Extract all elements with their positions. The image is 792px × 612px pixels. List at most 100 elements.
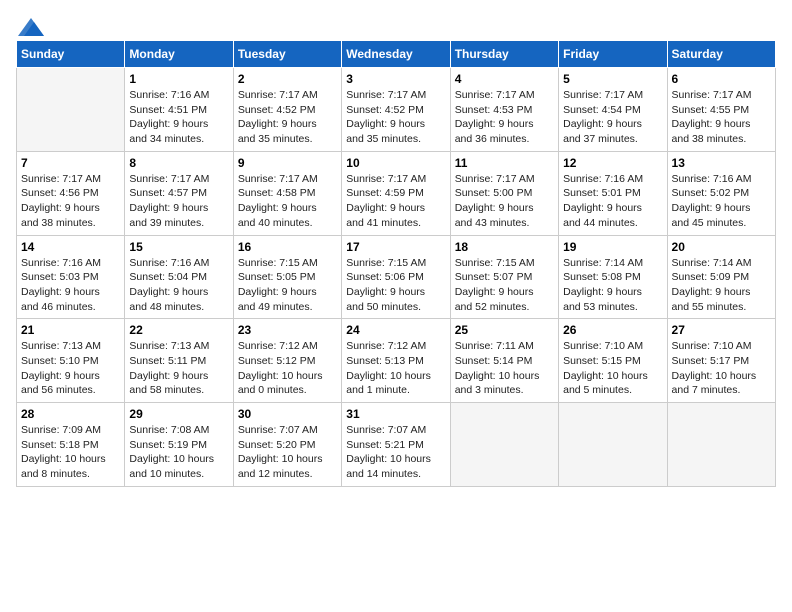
cell-detail: Sunrise: 7:14 AM Sunset: 5:09 PM Dayligh… <box>672 256 771 315</box>
day-number: 9 <box>238 156 337 170</box>
weekday-header-monday: Monday <box>125 41 233 68</box>
calendar-cell: 29 Sunrise: 7:08 AM Sunset: 5:19 PM Dayli… <box>125 403 233 487</box>
cell-detail: Sunrise: 7:17 AM Sunset: 4:56 PM Dayligh… <box>21 172 120 231</box>
cell-detail: Sunrise: 7:15 AM Sunset: 5:06 PM Dayligh… <box>346 256 445 315</box>
day-number: 4 <box>455 72 554 86</box>
calendar-cell: 22 Sunrise: 7:13 AM Sunset: 5:11 PM Dayli… <box>125 319 233 403</box>
calendar-cell: 16Sunrise: 7:15 AM Sunset: 5:05 PM Dayli… <box>233 235 341 319</box>
calendar-cell: 13Sunrise: 7:16 AM Sunset: 5:02 PM Dayli… <box>667 151 775 235</box>
day-number: 21 <box>21 323 120 337</box>
calendar-cell: 18 Sunrise: 7:15 AM Sunset: 5:07 PM Dayli… <box>450 235 558 319</box>
cell-detail: Sunrise: 7:16 AM Sunset: 5:04 PM Dayligh… <box>129 256 228 315</box>
day-number: 28 <box>21 407 120 421</box>
calendar-cell: 1 Sunrise: 7:16 AM Sunset: 4:51 PM Daylig… <box>125 68 233 152</box>
cell-detail: Sunrise: 7:14 AM Sunset: 5:08 PM Dayligh… <box>563 256 662 315</box>
day-number: 14 <box>21 240 120 254</box>
cell-detail: Sunrise: 7:17 AM Sunset: 4:58 PM Dayligh… <box>238 172 337 231</box>
page-header <box>16 16 776 32</box>
calendar-cell: 25 Sunrise: 7:11 AM Sunset: 5:14 PM Dayli… <box>450 319 558 403</box>
day-number: 22 <box>129 323 228 337</box>
weekday-header-friday: Friday <box>559 41 667 68</box>
cell-detail: Sunrise: 7:09 AM Sunset: 5:18 PM Dayligh… <box>21 423 120 482</box>
cell-detail: Sunrise: 7:12 AM Sunset: 5:13 PM Dayligh… <box>346 339 445 398</box>
cell-detail: Sunrise: 7:16 AM Sunset: 5:03 PM Dayligh… <box>21 256 120 315</box>
cell-detail: Sunrise: 7:07 AM Sunset: 5:20 PM Dayligh… <box>238 423 337 482</box>
cell-detail: Sunrise: 7:16 AM Sunset: 5:01 PM Dayligh… <box>563 172 662 231</box>
day-number: 23 <box>238 323 337 337</box>
calendar-week-row: 14 Sunrise: 7:16 AM Sunset: 5:03 PM Dayli… <box>17 235 776 319</box>
calendar-cell: 11 Sunrise: 7:17 AM Sunset: 5:00 PM Dayli… <box>450 151 558 235</box>
calendar-cell: 19Sunrise: 7:14 AM Sunset: 5:08 PM Dayli… <box>559 235 667 319</box>
day-number: 16 <box>238 240 337 254</box>
calendar-cell: 2 Sunrise: 7:17 AM Sunset: 4:52 PM Daylig… <box>233 68 341 152</box>
day-number: 10 <box>346 156 445 170</box>
day-number: 18 <box>455 240 554 254</box>
day-number: 20 <box>672 240 771 254</box>
calendar-cell: 26 Sunrise: 7:10 AM Sunset: 5:15 PM Dayli… <box>559 319 667 403</box>
cell-detail: Sunrise: 7:17 AM Sunset: 4:53 PM Dayligh… <box>455 88 554 147</box>
calendar-week-row: 7Sunrise: 7:17 AM Sunset: 4:56 PM Daylig… <box>17 151 776 235</box>
calendar-cell: 27 Sunrise: 7:10 AM Sunset: 5:17 PM Dayli… <box>667 319 775 403</box>
day-number: 1 <box>129 72 228 86</box>
day-number: 5 <box>563 72 662 86</box>
cell-detail: Sunrise: 7:17 AM Sunset: 4:52 PM Dayligh… <box>238 88 337 147</box>
weekday-header-tuesday: Tuesday <box>233 41 341 68</box>
weekday-header-saturday: Saturday <box>667 41 775 68</box>
calendar-cell: 10Sunrise: 7:17 AM Sunset: 4:59 PM Dayli… <box>342 151 450 235</box>
calendar-cell: 15 Sunrise: 7:16 AM Sunset: 5:04 PM Dayli… <box>125 235 233 319</box>
logo <box>16 16 44 32</box>
cell-detail: Sunrise: 7:17 AM Sunset: 4:54 PM Dayligh… <box>563 88 662 147</box>
calendar-cell: 7Sunrise: 7:17 AM Sunset: 4:56 PM Daylig… <box>17 151 125 235</box>
calendar-cell: 8Sunrise: 7:17 AM Sunset: 4:57 PM Daylig… <box>125 151 233 235</box>
day-number: 2 <box>238 72 337 86</box>
day-number: 31 <box>346 407 445 421</box>
calendar-cell: 4 Sunrise: 7:17 AM Sunset: 4:53 PM Daylig… <box>450 68 558 152</box>
day-number: 8 <box>129 156 228 170</box>
day-number: 15 <box>129 240 228 254</box>
calendar-week-row: 1 Sunrise: 7:16 AM Sunset: 4:51 PM Daylig… <box>17 68 776 152</box>
calendar-cell: 20 Sunrise: 7:14 AM Sunset: 5:09 PM Dayli… <box>667 235 775 319</box>
weekday-header-wednesday: Wednesday <box>342 41 450 68</box>
day-number: 30 <box>238 407 337 421</box>
calendar-cell: 12 Sunrise: 7:16 AM Sunset: 5:01 PM Dayli… <box>559 151 667 235</box>
cell-detail: Sunrise: 7:16 AM Sunset: 4:51 PM Dayligh… <box>129 88 228 147</box>
calendar-cell: 6 Sunrise: 7:17 AM Sunset: 4:55 PM Daylig… <box>667 68 775 152</box>
day-number: 3 <box>346 72 445 86</box>
day-number: 27 <box>672 323 771 337</box>
cell-detail: Sunrise: 7:12 AM Sunset: 5:12 PM Dayligh… <box>238 339 337 398</box>
day-number: 29 <box>129 407 228 421</box>
day-number: 17 <box>346 240 445 254</box>
cell-detail: Sunrise: 7:11 AM Sunset: 5:14 PM Dayligh… <box>455 339 554 398</box>
day-number: 11 <box>455 156 554 170</box>
calendar-cell: 9 Sunrise: 7:17 AM Sunset: 4:58 PM Daylig… <box>233 151 341 235</box>
cell-detail: Sunrise: 7:07 AM Sunset: 5:21 PM Dayligh… <box>346 423 445 482</box>
calendar-cell <box>17 68 125 152</box>
calendar-cell: 17 Sunrise: 7:15 AM Sunset: 5:06 PM Dayli… <box>342 235 450 319</box>
day-number: 12 <box>563 156 662 170</box>
calendar-cell: 30 Sunrise: 7:07 AM Sunset: 5:20 PM Dayli… <box>233 403 341 487</box>
logo-icon <box>18 18 44 36</box>
calendar-cell: 14 Sunrise: 7:16 AM Sunset: 5:03 PM Dayli… <box>17 235 125 319</box>
calendar-cell: 23 Sunrise: 7:12 AM Sunset: 5:12 PM Dayli… <box>233 319 341 403</box>
calendar-cell: 5 Sunrise: 7:17 AM Sunset: 4:54 PM Daylig… <box>559 68 667 152</box>
cell-detail: Sunrise: 7:10 AM Sunset: 5:17 PM Dayligh… <box>672 339 771 398</box>
calendar-cell: 3Sunrise: 7:17 AM Sunset: 4:52 PM Daylig… <box>342 68 450 152</box>
cell-detail: Sunrise: 7:10 AM Sunset: 5:15 PM Dayligh… <box>563 339 662 398</box>
weekday-header-thursday: Thursday <box>450 41 558 68</box>
day-number: 24 <box>346 323 445 337</box>
cell-detail: Sunrise: 7:17 AM Sunset: 4:55 PM Dayligh… <box>672 88 771 147</box>
cell-detail: Sunrise: 7:08 AM Sunset: 5:19 PM Dayligh… <box>129 423 228 482</box>
cell-detail: Sunrise: 7:17 AM Sunset: 5:00 PM Dayligh… <box>455 172 554 231</box>
day-number: 25 <box>455 323 554 337</box>
calendar-cell <box>667 403 775 487</box>
calendar-cell: 31 Sunrise: 7:07 AM Sunset: 5:21 PM Dayli… <box>342 403 450 487</box>
day-number: 26 <box>563 323 662 337</box>
cell-detail: Sunrise: 7:15 AM Sunset: 5:07 PM Dayligh… <box>455 256 554 315</box>
calendar-header-row: SundayMondayTuesdayWednesdayThursdayFrid… <box>17 41 776 68</box>
day-number: 6 <box>672 72 771 86</box>
calendar-week-row: 21Sunrise: 7:13 AM Sunset: 5:10 PM Dayli… <box>17 319 776 403</box>
calendar-table: SundayMondayTuesdayWednesdayThursdayFrid… <box>16 40 776 487</box>
calendar-cell: 28 Sunrise: 7:09 AM Sunset: 5:18 PM Dayli… <box>17 403 125 487</box>
calendar-week-row: 28 Sunrise: 7:09 AM Sunset: 5:18 PM Dayli… <box>17 403 776 487</box>
cell-detail: Sunrise: 7:13 AM Sunset: 5:11 PM Dayligh… <box>129 339 228 398</box>
